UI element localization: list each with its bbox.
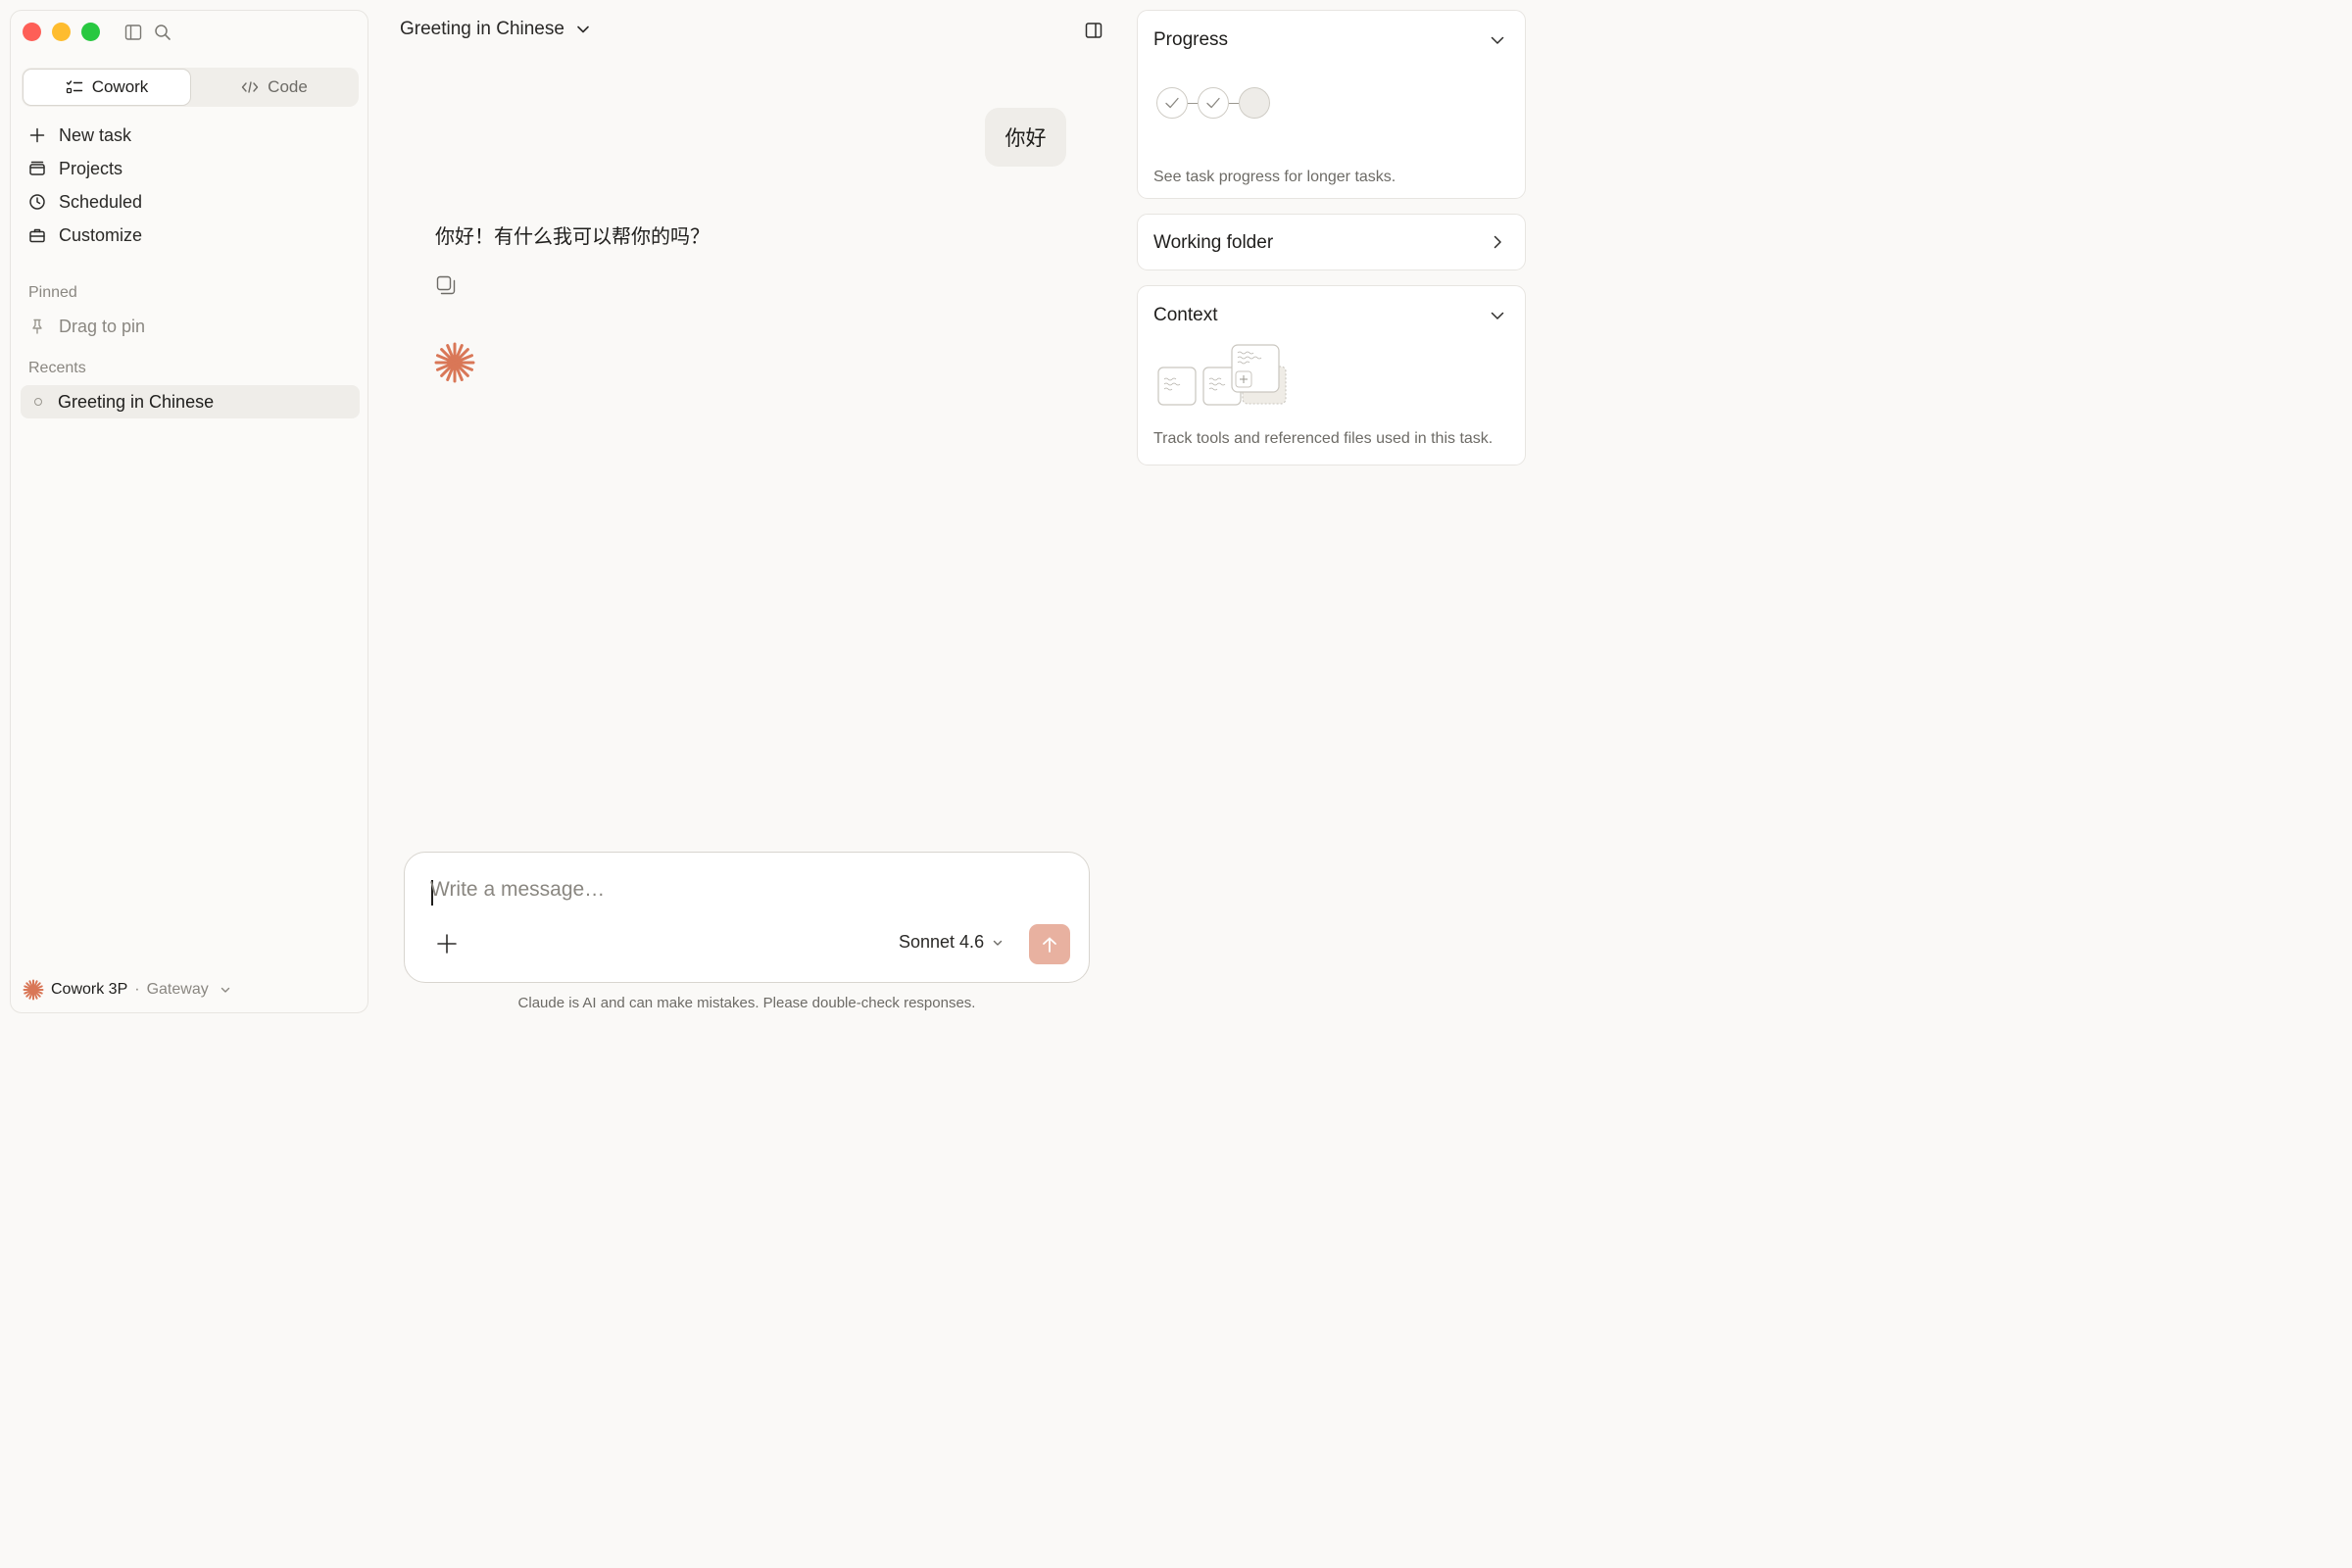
recent-item-label: Greeting in Chinese <box>58 391 215 412</box>
claude-thinking-icon <box>433 341 476 384</box>
mode-cowork-label: Cowork <box>91 77 149 96</box>
disclaimer: Claude is AI and can make mistakes. Plea… <box>517 995 976 1011</box>
pin-hint: Drag to pin <box>59 316 146 336</box>
step-complete <box>1156 87 1188 119</box>
step-connector <box>1188 102 1198 104</box>
context-card: Context Track tools and referenced files… <box>1137 285 1526 466</box>
status-dot-icon <box>34 398 42 406</box>
sidebar-item-label: Projects <box>59 158 123 178</box>
mode-cowork-button[interactable]: Cowork <box>23 69 191 106</box>
pin-icon <box>28 318 46 335</box>
checklist-icon <box>66 79 83 95</box>
workspace-name: Cowork 3P <box>51 981 128 998</box>
workspace-gateway: Gateway <box>146 981 209 998</box>
conversation-title-menu[interactable]: Greeting in Chinese <box>400 19 590 40</box>
sidebar-item-scheduled[interactable]: Scheduled <box>28 185 142 219</box>
progress-title: Progress <box>1153 29 1229 50</box>
message-input[interactable] <box>430 878 1057 902</box>
step-complete <box>1198 87 1229 119</box>
user-message: 你好 <box>985 108 1066 167</box>
model-selector[interactable]: Sonnet 4.6 <box>899 932 1004 953</box>
window-controls <box>23 23 100 41</box>
chevron-down-icon[interactable] <box>1490 32 1505 48</box>
sidebar-item-label: Scheduled <box>59 191 143 212</box>
sidebar-nav: New task Projects Scheduled Customize <box>28 119 142 252</box>
progress-description: See task progress for longer tasks. <box>1153 169 1396 185</box>
workspace-separator: · <box>134 981 140 998</box>
send-button[interactable] <box>1029 924 1070 964</box>
recents-heading: Recents <box>28 360 86 376</box>
arrow-up-icon <box>1041 936 1058 954</box>
step-pending <box>1239 87 1270 119</box>
claude-logo-icon <box>23 979 44 1001</box>
close-window-button[interactable] <box>23 23 41 41</box>
chevron-down-icon <box>220 984 231 996</box>
chevron-down-icon <box>576 23 590 36</box>
plus-icon <box>436 933 458 955</box>
progress-card: Progress See task progress for longer ta… <box>1137 10 1526 199</box>
sidebar-item-label: Customize <box>59 224 143 245</box>
clock-icon <box>28 193 46 211</box>
search-icon[interactable] <box>154 24 172 41</box>
mode-code-label: Code <box>268 77 308 96</box>
sidebar-item-projects[interactable]: Projects <box>28 152 142 185</box>
sidebar-item-label: New task <box>59 124 132 145</box>
check-icon <box>1162 93 1182 113</box>
sidebar-item-customize[interactable]: Customize <box>28 219 142 252</box>
chevron-down-icon <box>992 937 1004 949</box>
chevron-down-icon[interactable] <box>1490 308 1505 323</box>
copy-icon[interactable] <box>436 275 456 295</box>
add-attachment-button[interactable] <box>436 933 458 955</box>
pinned-heading: Pinned <box>28 284 77 301</box>
mode-toggle: Cowork Code <box>22 68 359 107</box>
model-name: Sonnet 4.6 <box>899 932 985 952</box>
working-folder-title: Working folder <box>1153 232 1274 253</box>
check-icon <box>1203 93 1223 113</box>
sidebar-item-new-task[interactable]: New task <box>28 119 142 152</box>
minimize-window-button[interactable] <box>52 23 71 41</box>
plus-icon <box>28 126 46 144</box>
context-description: Track tools and referenced files used in… <box>1153 430 1494 447</box>
toggle-sidebar-icon[interactable] <box>124 24 142 41</box>
workspace-switcher[interactable]: Cowork 3P · Gateway <box>23 979 231 1001</box>
assistant-message: 你好！有什么我可以帮你的吗？ <box>435 224 710 248</box>
toggle-right-panel-icon[interactable] <box>1085 22 1102 39</box>
mode-code-button[interactable]: Code <box>191 69 358 106</box>
folder-icon <box>28 160 46 177</box>
chevron-right-icon <box>1490 234 1505 250</box>
recent-item-greeting-in-chinese[interactable]: Greeting in Chinese <box>21 385 360 418</box>
pin-drop-zone[interactable]: Drag to pin <box>28 314 145 339</box>
page-title: Greeting in Chinese <box>400 19 564 39</box>
working-folder-card[interactable]: Working folder <box>1137 214 1526 270</box>
code-icon <box>241 79 259 95</box>
briefcase-icon <box>28 226 46 244</box>
context-title: Context <box>1153 305 1218 325</box>
step-connector <box>1229 102 1239 104</box>
context-illustration-icon <box>1157 343 1289 408</box>
zoom-window-button[interactable] <box>81 23 100 41</box>
message-composer: Sonnet 4.6 <box>404 852 1090 983</box>
progress-steps <box>1156 87 1270 119</box>
sidebar: Cowork Code New task Projects Scheduled … <box>10 10 368 1013</box>
